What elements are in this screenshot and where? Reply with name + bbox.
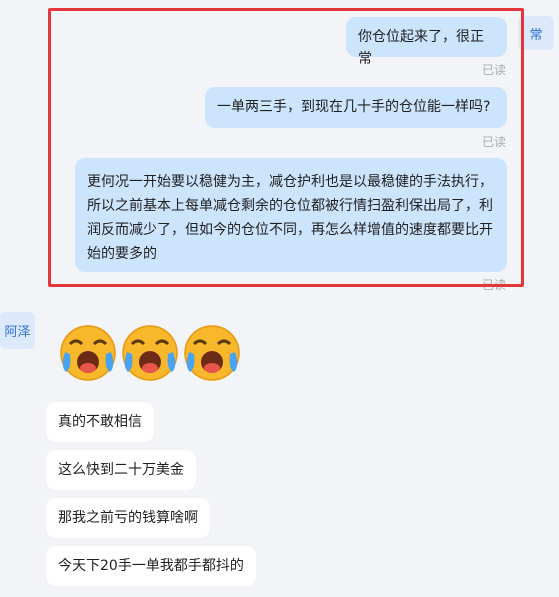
outgoing-message-1[interactable]: 你仓位起来了，很正常 [346,17,507,67]
crying-face-icon [60,325,116,381]
read-receipt-3: 已读 [482,278,507,292]
incoming-emoji-message[interactable] [58,322,242,384]
incoming-message-3[interactable]: 那我之前亏的钱算啥啊 [46,498,210,538]
incoming-message-1[interactable]: 真的不敢相信 [46,402,154,442]
other-avatar[interactable]: 阿泽 [0,312,35,349]
message-text: 今天下20手一单我都手都抖的 [58,558,244,574]
message-text: 一单两三手，到现在几十手的仓位能一样吗? [217,99,491,115]
read-receipt-1: 已读 [482,63,507,77]
self-avatar[interactable]: 常 [518,16,554,50]
crying-face-icon [122,325,178,381]
incoming-message-2[interactable]: 这么快到二十万美金 [46,450,196,490]
message-text: 你仓位起来了，很正常 [358,29,484,67]
incoming-message-4[interactable]: 今天下20手一单我都手都抖的 [46,546,256,586]
message-text: 更何况一开始要以稳健为主，减仓护利也是以最稳健的手法执行，所以之前基本上每单减仓… [87,174,493,262]
message-text: 真的不敢相信 [58,414,142,430]
read-receipt-2: 已读 [482,135,507,149]
message-text: 那我之前亏的钱算啥啊 [58,510,198,526]
message-text: 这么快到二十万美金 [58,462,184,478]
outgoing-message-3[interactable]: 更何况一开始要以稳健为主，减仓护利也是以最稳健的手法执行，所以之前基本上每单减仓… [75,158,507,272]
outgoing-message-2[interactable]: 一单两三手，到现在几十手的仓位能一样吗? [205,87,507,128]
crying-face-icon [184,325,240,381]
